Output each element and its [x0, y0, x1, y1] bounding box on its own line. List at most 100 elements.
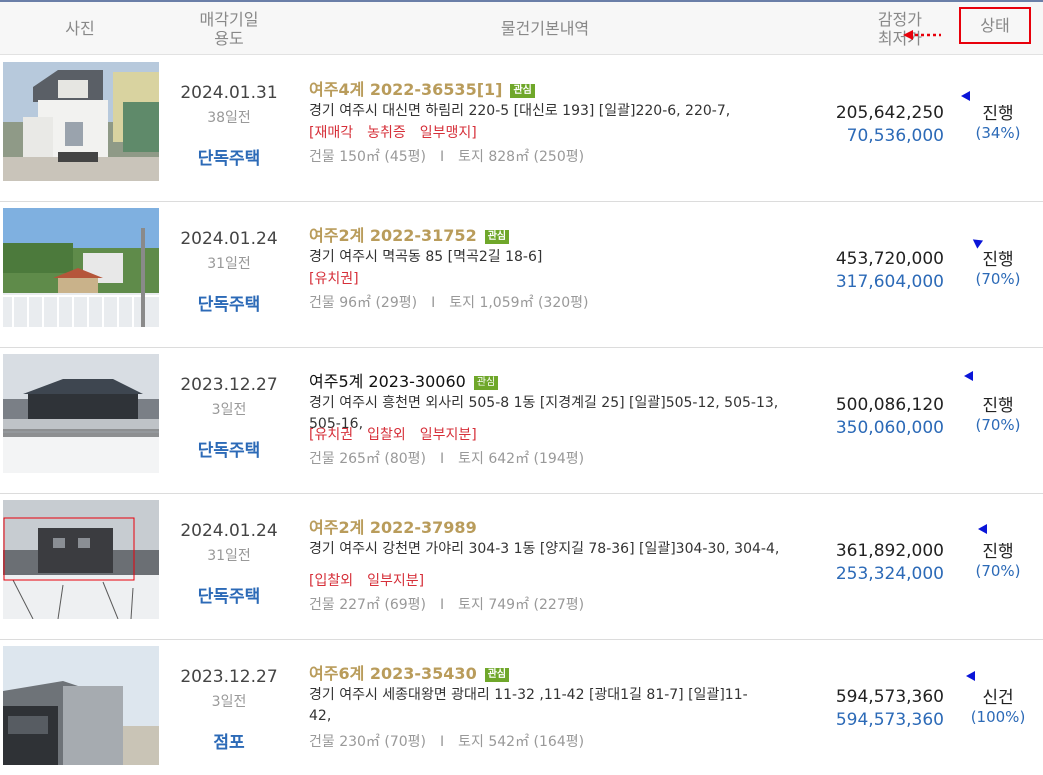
sale-date: 2024.01.24 — [180, 521, 278, 541]
separator: I — [440, 149, 445, 165]
interest-badge[interactable]: 관심 — [473, 376, 499, 390]
case-number-link[interactable]: 여주2계 2022-31752 관심 — [309, 222, 510, 246]
status-rate: (70%) — [975, 562, 1021, 580]
building-area: 건물 227㎡ (69평) — [309, 597, 427, 613]
area-info: 건물 150㎡ (45평) I 토지 828㎡ (250평) — [309, 146, 584, 166]
building-area: 건물 265㎡ (80평) — [309, 451, 427, 467]
appraisal-price: 205,642,250 — [835, 103, 944, 123]
land-area: 토지 1,059㎡ (320평) — [449, 295, 589, 311]
usage-type[interactable]: 단독주택 — [170, 290, 288, 315]
appraisal-price: 453,720,000 — [835, 249, 944, 269]
usage-type[interactable]: 단독주택 — [170, 436, 288, 461]
land-area: 토지 828㎡ (250평) — [458, 149, 585, 165]
usage-type[interactable]: 단독주택 — [170, 144, 288, 169]
area-info: 건물 230㎡ (70평) I 토지 542㎡ (164평) — [309, 731, 584, 751]
appraisal-price: 500,086,120 — [835, 395, 944, 415]
triangle-left-icon — [964, 371, 973, 381]
property-photo[interactable] — [3, 646, 159, 765]
status-text: 진행 — [982, 542, 1014, 562]
list-item[interactable]: 2024.01.31 38일전 단독주택 여주4계 2022-36535[1] 관… — [0, 56, 1043, 202]
tag: [재매각 — [309, 125, 354, 141]
appraisal-price: 594,573,360 — [835, 687, 944, 707]
header-date-usage[interactable]: 매각기일 용도 — [170, 10, 288, 48]
usage-type[interactable]: 단독주택 — [170, 582, 288, 607]
special-tags: [입찰외 일부지분] — [309, 570, 438, 590]
interest-badge[interactable]: 관심 — [510, 84, 535, 98]
days-remaining: 31일전 — [207, 256, 251, 272]
header-item-info: 물건기본내역 — [500, 19, 590, 38]
case-number: 여주2계 2022-37989 — [309, 518, 477, 537]
days-remaining: 38일전 — [207, 110, 251, 126]
interest-badge[interactable]: 관심 — [484, 230, 510, 244]
sale-date: 2023.12.27 — [180, 375, 278, 395]
land-area: 토지 749㎡ (227평) — [458, 597, 585, 613]
separator: I — [440, 451, 445, 467]
case-number: 여주4계 2022-36535[1] — [309, 80, 503, 99]
separator: I — [440, 597, 445, 613]
header-sale-date: 매각기일 — [199, 10, 259, 29]
address: 경기 여주시 대신면 하림리 220-5 [대신로 193] [일괄]220-6… — [309, 103, 731, 119]
case-number: 여주6계 2023-35430 — [309, 664, 477, 683]
tag: 일부지분] — [367, 573, 425, 589]
status-rate: (100%) — [970, 708, 1026, 726]
interest-badge[interactable]: 관심 — [484, 668, 510, 682]
area-info: 건물 227㎡ (69평) I 토지 749㎡ (227평) — [309, 594, 584, 614]
building-area: 건물 150㎡ (45평) — [309, 149, 427, 165]
status-rate: (34%) — [975, 124, 1021, 142]
days-remaining: 3일전 — [211, 694, 247, 710]
case-number-link[interactable]: 여주2계 2022-37989 — [309, 514, 477, 538]
triangle-left-icon — [978, 524, 987, 534]
table-header: 사진 매각기일 용도 물건기본내역 감정가 최저가 상태 — [0, 2, 1043, 55]
special-tags: [재매각 농취증 일부맹지] — [309, 122, 491, 142]
address: 경기 여주시 멱곡동 85 [멱곡2길 18-6] — [309, 249, 543, 265]
land-area: 토지 542㎡ (164평) — [458, 734, 585, 750]
tag: 일부맹지] — [419, 125, 477, 141]
tag: 일부지분] — [419, 427, 477, 443]
triangle-left-icon — [966, 671, 975, 681]
status-text: 진행 — [982, 250, 1014, 270]
minimum-price: 70,536,000 — [846, 126, 944, 146]
case-number-link[interactable]: 여주5계 2023-30060 관심 — [309, 368, 499, 392]
tag: [입찰외 — [309, 573, 354, 589]
header-appraisal: 감정가 — [877, 10, 922, 29]
separator: I — [431, 295, 436, 311]
case-number-link[interactable]: 여주6계 2023-35430 관심 — [309, 660, 510, 684]
status-rate: (70%) — [975, 416, 1021, 434]
list-item[interactable]: 2023.12.27 3일전 점포 여주6계 2023-35430 관심 경기 여… — [0, 640, 1043, 775]
days-remaining: 31일전 — [207, 548, 251, 564]
property-photo[interactable] — [3, 354, 159, 473]
status-text: 진행 — [982, 104, 1014, 124]
sale-date: 2024.01.24 — [180, 229, 278, 249]
status-rate: (70%) — [975, 270, 1021, 288]
address: 경기 여주시 세종대왕면 광대리 11-32 ,11-42 [광대1길 81-7… — [309, 687, 748, 724]
tag: 입찰외 — [367, 427, 406, 443]
minimum-price: 350,060,000 — [835, 418, 944, 438]
building-area: 건물 96㎡ (29평) — [309, 295, 418, 311]
header-photo: 사진 — [65, 19, 95, 38]
minimum-price: 253,324,000 — [835, 564, 944, 584]
usage-type[interactable]: 점포 — [170, 728, 288, 753]
special-tags: [유치권 입찰외 일부지분] — [309, 424, 491, 444]
tag: [유치권] — [309, 271, 359, 287]
minimum-price: 594,573,360 — [835, 710, 944, 730]
building-area: 건물 230㎡ (70평) — [309, 734, 427, 750]
area-info: 건물 265㎡ (80평) I 토지 642㎡ (194평) — [309, 448, 584, 468]
case-number: 여주5계 2023-30060 — [309, 372, 466, 391]
list-item[interactable]: 2024.01.24 31일전 단독주택 여주2계 2022-37989 경기 … — [0, 494, 1043, 640]
area-info: 건물 96㎡ (29평) I 토지 1,059㎡ (320평) — [309, 292, 589, 312]
tag: [유치권 — [309, 427, 354, 443]
status-text: 신건 — [982, 688, 1014, 708]
header-status[interactable]: 상태 — [959, 7, 1031, 44]
property-photo[interactable] — [3, 500, 159, 619]
appraisal-price: 361,892,000 — [835, 541, 944, 561]
tag: 농취증 — [367, 125, 406, 141]
property-photo[interactable] — [3, 62, 159, 181]
special-tags: [유치권] — [309, 268, 373, 288]
list-item[interactable]: 2024.01.24 31일전 단독주택 여주2계 2022-31752 관심 경… — [0, 202, 1043, 348]
case-number: 여주2계 2022-31752 — [309, 226, 477, 245]
separator: I — [440, 734, 445, 750]
property-photo[interactable] — [3, 208, 159, 327]
case-number-link[interactable]: 여주4계 2022-36535[1] 관심 — [309, 76, 535, 100]
sale-date: 2023.12.27 — [180, 667, 278, 687]
list-item[interactable]: 2023.12.27 3일전 단독주택 여주5계 2023-30060 관심 경기… — [0, 348, 1043, 494]
